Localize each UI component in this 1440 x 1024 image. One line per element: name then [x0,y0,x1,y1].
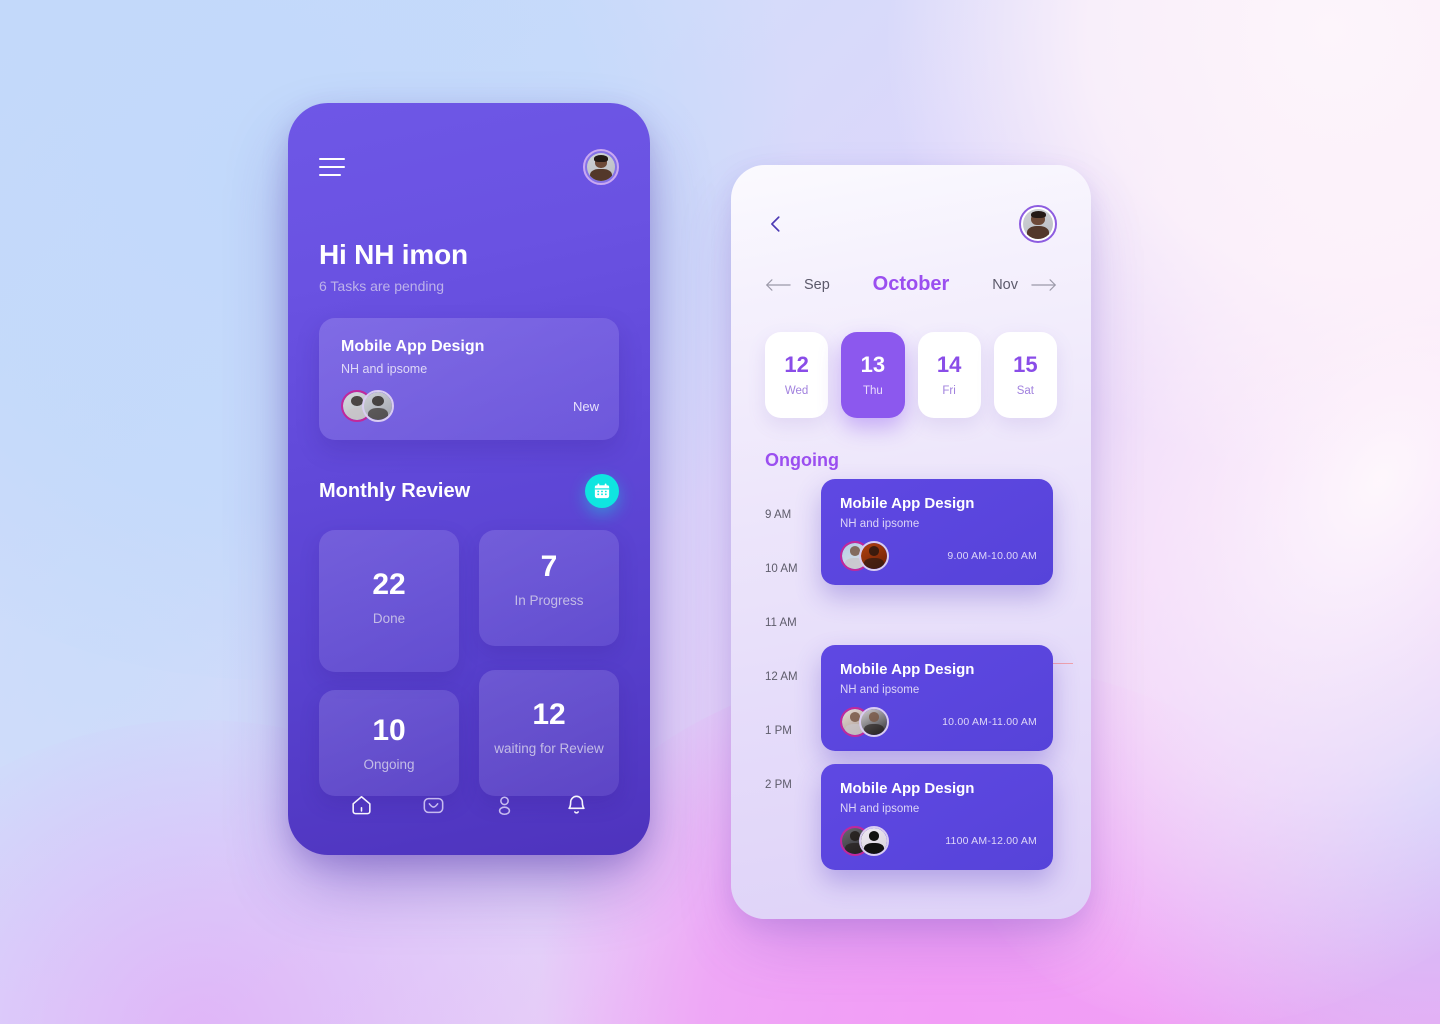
month-navigator: Sep October Nov [731,243,1091,296]
event-subtitle: NH and ipsome [840,803,920,815]
featured-project-card[interactable]: Mobile App Design NH and ipsome New [319,318,619,440]
nav-item-profile[interactable] [488,788,522,822]
stat-card-done[interactable]: 22 Done [319,530,459,672]
stat-label: waiting for Review [494,741,604,756]
current-month-label: October [872,273,950,295]
day-card-13[interactable]: 13 Thu [841,332,905,418]
nav-item-notifications[interactable] [559,788,593,822]
day-number: 14 [936,351,962,377]
day-card-14[interactable]: 14 Fri [917,332,981,418]
day-card-15[interactable]: 15 Sat [993,332,1057,418]
stat-value: 7 [540,550,558,583]
avatar [859,707,889,737]
schedule-topbar [731,165,1091,243]
stats-grid: 22 Done 7 In Progress 10 Ongoing 12 wait… [319,530,619,796]
stat-value: 12 [532,698,566,731]
prev-month-label[interactable]: Sep [804,277,830,293]
time-label: 12 AM [765,671,798,683]
time-label: 9 AM [765,509,792,521]
day-of-week: Wed [784,384,809,397]
next-month-label[interactable]: Nov [992,277,1018,293]
stat-card-in-progress[interactable]: 7 In Progress [479,530,619,646]
avatar-group[interactable] [840,707,889,737]
ongoing-section-title: Ongoing [765,450,839,470]
monthly-review-header: Monthly Review [319,474,619,508]
stat-label: Done [372,611,406,626]
event-subtitle: NH and ipsome [840,518,920,530]
avatar [859,541,889,571]
avatar-group[interactable] [341,390,394,422]
calendar-glyph [594,483,610,499]
dashboard-topbar [288,103,650,185]
nav-item-home[interactable] [345,788,379,822]
day-number: 12 [784,351,809,377]
bell-icon [568,795,585,814]
day-selector: 12 Wed 13 Thu 14 Fri 15 Sat [731,296,1091,418]
day-number: 13 [860,351,886,377]
stat-value: 10 [372,714,406,747]
avatar-group[interactable] [840,826,889,856]
avatar [362,390,394,422]
greeting-block: Hi NH imon 6 Tasks are pending [319,239,619,294]
schedule-screen: Sep October Nov 12 Wed 13 Thu 14 Fri 15 … [731,165,1091,919]
avatar[interactable] [583,149,619,185]
day-of-week: Sat [1016,384,1034,397]
event-subtitle: NH and ipsome [840,684,920,696]
event-time: 1100 AM-12.00 AM [945,835,1037,847]
time-label: 10 AM [765,563,798,575]
avatar-group[interactable] [840,541,889,571]
event-title: Mobile App Design [840,780,975,797]
event-card[interactable]: Mobile App Design NH and ipsome 10.00 AM… [821,645,1053,751]
chevron-left-icon[interactable] [765,213,787,235]
event-time: 10.00 AM-11.00 AM [942,716,1037,728]
avatar-image [587,153,615,181]
page-title: Hi NH imon [319,239,468,270]
day-card-12[interactable]: 12 Wed [765,332,829,418]
mail-icon [423,797,444,813]
featured-project-title: Mobile App Design [341,338,485,355]
monthly-review-title: Monthly Review [319,479,471,502]
arrow-left-icon[interactable] [765,278,791,292]
nav-item-messages[interactable] [416,788,450,822]
time-label: 2 PM [765,779,792,791]
status-badge: New [572,398,599,414]
stat-value: 22 [372,568,406,601]
day-of-week: Fri [942,384,956,397]
dashboard-screen: Hi NH imon 6 Tasks are pending Mobile Ap… [288,103,650,855]
avatar-image [1023,209,1053,239]
day-number: 15 [1013,351,1038,377]
user-icon [499,795,511,815]
event-card[interactable]: Mobile App Design NH and ipsome 1100 AM-… [821,764,1053,870]
event-time: 9.00 AM-10.00 AM [947,550,1037,562]
bottom-navigation [288,769,650,855]
event-card[interactable]: Mobile App Design NH and ipsome 9.00 AM-… [821,479,1053,585]
background-gradient [0,0,1440,1024]
event-title: Mobile App Design [840,661,975,678]
pending-tasks-label: 6 Tasks are pending [319,278,445,294]
time-label: 1 PM [765,725,792,737]
stat-label: In Progress [514,593,584,608]
home-icon [352,795,371,814]
event-title: Mobile App Design [840,495,975,512]
day-of-week: Thu [862,384,883,397]
hamburger-menu-icon[interactable] [319,158,345,176]
calendar-icon[interactable] [585,474,619,508]
time-label: 11 AM [765,617,797,629]
schedule-timeline: 9 AM 10 AM 11 AM 12 AM 1 PM 2 PM Mobile … [731,477,1091,897]
featured-project-subtitle: NH and ipsome [341,362,428,376]
arrow-right-icon[interactable] [1031,278,1057,292]
avatar[interactable] [1019,205,1057,243]
avatar [859,826,889,856]
